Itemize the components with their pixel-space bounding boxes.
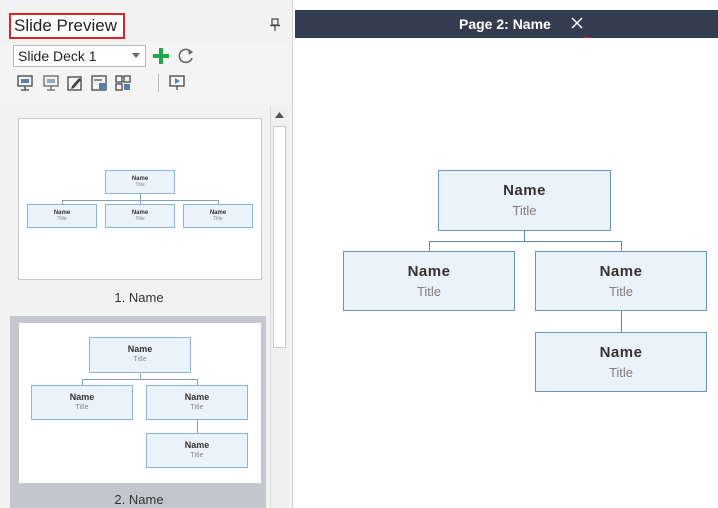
- org-node-left[interactable]: Name Title: [343, 251, 515, 311]
- mini-node: Name Title: [27, 204, 97, 228]
- add-slide-button[interactable]: [150, 45, 172, 67]
- slide-label-2: 2. Name: [114, 492, 164, 507]
- grid-icon[interactable]: [114, 74, 132, 92]
- connector: [82, 379, 198, 380]
- pin-icon[interactable]: [269, 18, 281, 32]
- toolbar-separator: [158, 74, 159, 92]
- slide-thumbnail-2[interactable]: Name Title Name Title Name Title Name Ti…: [18, 322, 262, 484]
- slide-list-scrollbar[interactable]: [270, 106, 289, 508]
- slide-deck-select[interactable]: Slide Deck 1: [13, 45, 146, 67]
- tab-title: Page 2: Name: [459, 16, 551, 32]
- org-node-right-child[interactable]: Name Title: [535, 332, 707, 392]
- slideshow-icon[interactable]: [168, 74, 186, 92]
- connector-line: [621, 311, 622, 332]
- slide-deck-select-value: Slide Deck 1: [18, 48, 97, 64]
- scroll-up-arrow-icon[interactable]: [271, 108, 288, 122]
- export-icon[interactable]: [90, 74, 108, 92]
- connector-line: [524, 231, 525, 241]
- present-alt-icon[interactable]: [42, 74, 60, 92]
- close-icon[interactable]: [570, 16, 584, 30]
- panel-title: Slide Preview: [9, 13, 125, 39]
- chevron-down-icon: [132, 53, 140, 58]
- present-icon[interactable]: [16, 74, 34, 92]
- slide-label-1: 1. Name: [114, 290, 164, 305]
- edit-icon[interactable]: [66, 74, 84, 92]
- mini-node: Name Title: [146, 433, 248, 468]
- connector-line: [621, 241, 622, 251]
- slide-thumbnail-1[interactable]: Name Title Name Title Name Title Name Ti…: [18, 118, 262, 280]
- mini-node: Name Title: [183, 204, 253, 228]
- mini-node: Name Title: [105, 170, 175, 194]
- refresh-icon[interactable]: [176, 46, 196, 66]
- connector: [197, 420, 198, 433]
- slide-preview-panel: Slide Preview Slide Deck 1 Name Title Na…: [0, 0, 293, 508]
- mini-node: Name Title: [89, 337, 191, 373]
- page-tab[interactable]: Page 2: Name: [295, 10, 718, 38]
- mini-node: Name Title: [105, 204, 175, 228]
- connector-line: [429, 241, 622, 242]
- org-node-root[interactable]: Name Title: [438, 170, 611, 231]
- diagram-canvas[interactable]: Name Title Name Title Name Title Name Ti…: [295, 38, 718, 508]
- connector-line: [429, 241, 430, 251]
- scrollbar-thumb[interactable]: [273, 126, 286, 348]
- mini-node: Name Title: [146, 385, 248, 420]
- org-node-right[interactable]: Name Title: [535, 251, 707, 311]
- mini-node: Name Title: [31, 385, 133, 420]
